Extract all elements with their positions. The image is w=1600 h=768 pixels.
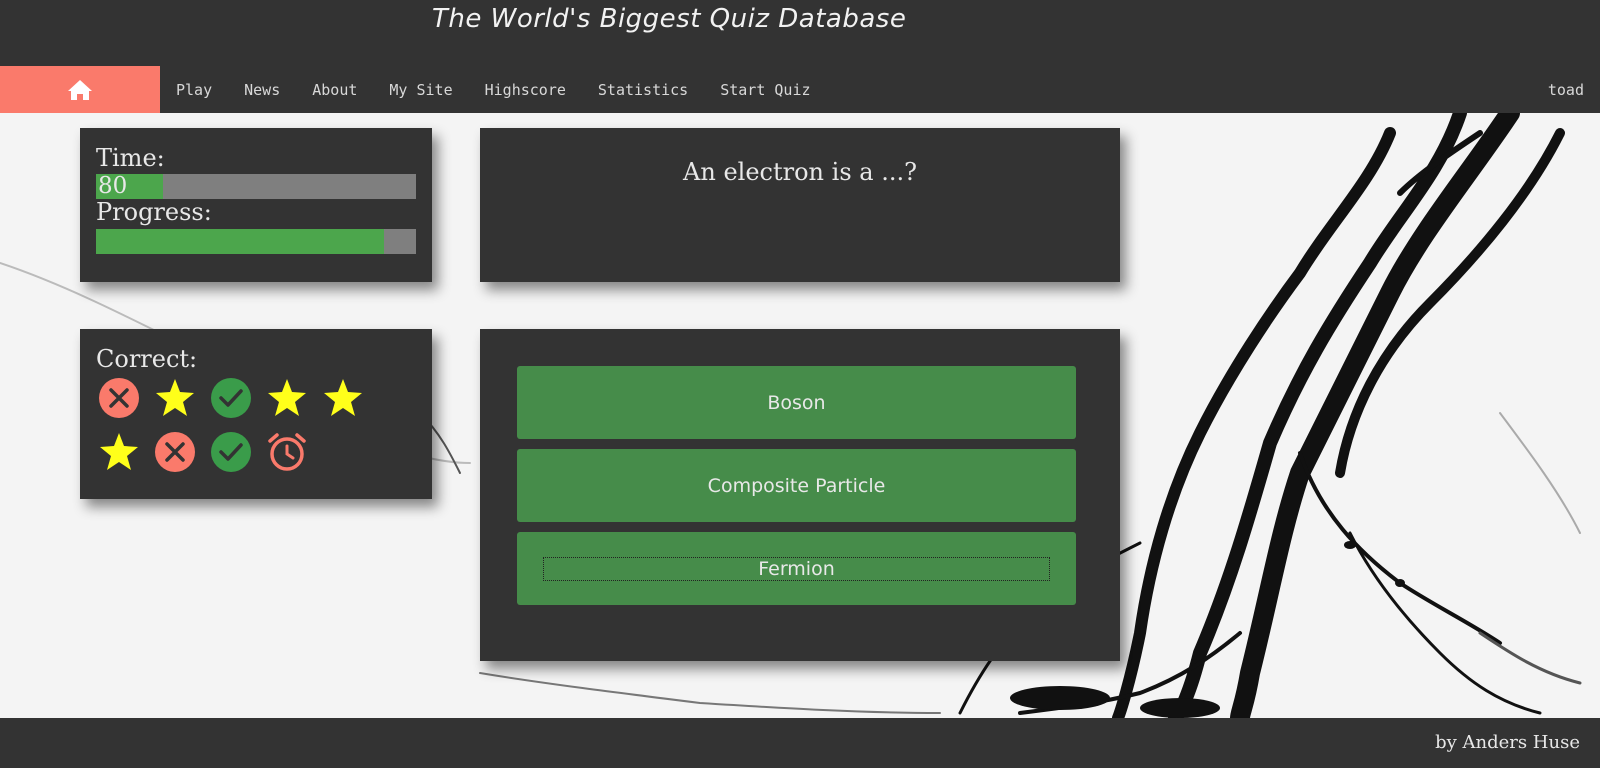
results-panel: Correct: xyxy=(80,329,432,499)
footer: by Anders Huse xyxy=(0,718,1600,768)
answer-button-boson[interactable]: Boson xyxy=(517,366,1076,439)
progress-bar-fill xyxy=(96,229,384,254)
question-text: An electron is a ...? xyxy=(683,158,917,186)
nav-news[interactable]: News xyxy=(228,81,296,99)
time-bar: 80 xyxy=(96,173,416,199)
footer-credit: by Anders Huse xyxy=(1435,732,1580,753)
question-panel: An electron is a ...? xyxy=(480,128,1120,282)
answer-label: Boson xyxy=(767,391,826,414)
answer-button-composite-particle[interactable]: Composite Particle xyxy=(517,449,1076,522)
star-icon xyxy=(154,377,210,431)
check-icon xyxy=(210,377,266,431)
home-icon xyxy=(68,79,92,100)
answer-label: Composite Particle xyxy=(707,474,886,497)
star-icon xyxy=(322,377,378,431)
user-link[interactable]: toad xyxy=(1548,66,1584,113)
alarm-clock-icon xyxy=(266,431,322,485)
result-icons xyxy=(98,377,398,485)
status-panel: Time: 80 Progress: xyxy=(80,128,432,282)
nav-highscore[interactable]: Highscore xyxy=(469,81,582,99)
nav-start-quiz[interactable]: Start Quiz xyxy=(704,81,826,99)
answers-panel: Boson Composite Particle Fermion xyxy=(480,329,1120,661)
wrong-icon xyxy=(154,431,210,485)
time-value: 80 xyxy=(98,173,128,199)
top-header: The World's Biggest Quiz Database Play N… xyxy=(0,0,1600,113)
home-button[interactable] xyxy=(0,66,160,113)
check-icon xyxy=(210,431,266,485)
star-icon xyxy=(98,431,154,485)
answer-label: Fermion xyxy=(543,556,1050,581)
nav-my-site[interactable]: My Site xyxy=(373,81,468,99)
site-title: The World's Biggest Quiz Database xyxy=(432,4,907,34)
time-label: Time: xyxy=(96,144,165,172)
answer-button-fermion[interactable]: Fermion xyxy=(517,532,1076,605)
nav-play[interactable]: Play xyxy=(160,81,228,99)
nav-statistics[interactable]: Statistics xyxy=(582,81,704,99)
progress-bar xyxy=(96,229,416,254)
correct-label: Correct: xyxy=(96,345,198,373)
wrong-icon xyxy=(98,377,154,431)
nav-about[interactable]: About xyxy=(296,81,373,99)
star-icon xyxy=(266,377,322,431)
progress-label: Progress: xyxy=(96,198,212,226)
main-nav: Play News About My Site Highscore Statis… xyxy=(160,66,827,113)
